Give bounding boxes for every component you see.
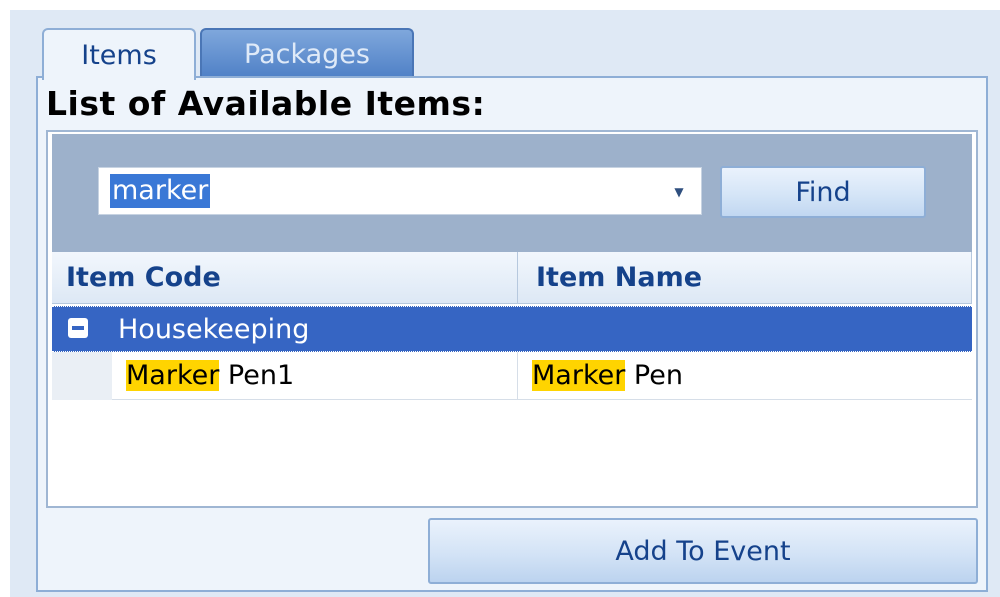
search-match-highlight: Marker [532,360,626,391]
table-cell-item-code[interactable]: Marker Pen1 [112,352,518,400]
cell-text: Pen [625,360,683,391]
column-header-label: Item Code [66,262,221,293]
row-indicator [52,352,112,400]
cell-text: Pen1 [219,360,295,391]
column-header-item-name[interactable]: Item Name [518,252,972,304]
find-button-label: Find [795,176,851,208]
add-to-event-button-label: Add To Event [615,535,791,567]
column-header-item-code[interactable]: Item Code [52,252,518,304]
tab-items[interactable]: Items [42,28,196,80]
group-label: Housekeeping [118,314,310,345]
find-button[interactable]: Find [720,166,926,218]
collapse-icon[interactable] [68,318,88,338]
chevron-down-icon[interactable]: ▼ [668,185,690,199]
tab-items-label: Items [81,39,157,71]
panel-title: List of Available Items: [46,84,486,123]
column-header-label: Item Name [536,262,703,293]
search-input-value: marker [110,174,211,208]
tab-packages[interactable]: Packages [200,28,414,78]
add-to-event-button[interactable]: Add To Event [428,518,978,584]
tab-packages-label: Packages [244,38,370,70]
search-match-highlight: Marker [126,360,220,391]
table-cell-item-name[interactable]: Marker Pen [518,352,972,400]
